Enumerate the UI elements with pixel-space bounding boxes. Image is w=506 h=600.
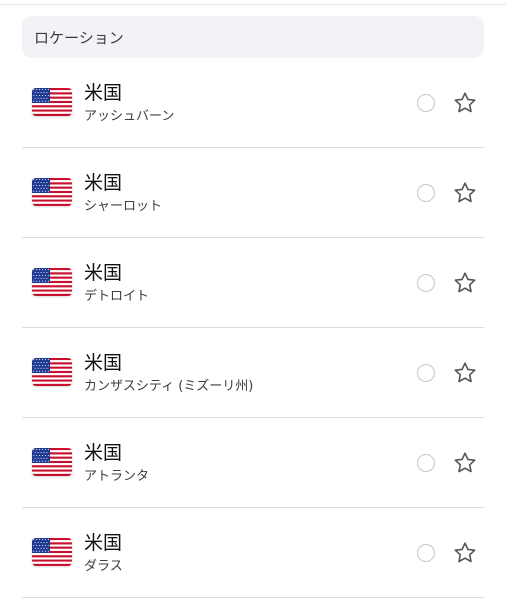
city-label: アトランタ xyxy=(84,469,150,484)
location-row[interactable]: 米国 アトランタ xyxy=(22,418,484,508)
city-label: カンザスシティ (ミズーリ州) xyxy=(84,379,254,394)
us-flag-icon xyxy=(32,538,72,566)
location-row[interactable]: 米国 アッシュバーン xyxy=(22,58,484,148)
favorite-star-icon[interactable] xyxy=(453,361,477,385)
select-radio[interactable] xyxy=(417,274,435,292)
select-radio[interactable] xyxy=(417,544,435,562)
us-flag-icon xyxy=(32,268,72,296)
favorite-star-icon[interactable] xyxy=(453,271,477,295)
city-label: ダラス xyxy=(84,559,123,574)
favorite-star-icon[interactable] xyxy=(453,91,477,115)
country-label: 米国 xyxy=(84,352,123,374)
section-title: ロケーション xyxy=(34,28,124,47)
top-edge xyxy=(0,0,506,5)
location-list: 米国 アッシュバーン 米国 シャーロット 米国 デトロイト 米国 カンザスシティ… xyxy=(22,58,484,598)
country-label: 米国 xyxy=(84,442,123,464)
favorite-star-icon[interactable] xyxy=(453,451,477,475)
us-flag-icon xyxy=(32,358,72,386)
location-row[interactable]: 米国 デトロイト xyxy=(22,238,484,328)
favorite-star-icon[interactable] xyxy=(453,541,477,565)
select-radio[interactable] xyxy=(417,184,435,202)
country-label: 米国 xyxy=(84,532,123,554)
favorite-star-icon[interactable] xyxy=(453,181,477,205)
us-flag-icon xyxy=(32,178,72,206)
country-label: 米国 xyxy=(84,262,123,284)
section-header: ロケーション xyxy=(22,16,484,58)
city-label: シャーロット xyxy=(84,199,163,214)
location-row[interactable]: 米国 シャーロット xyxy=(22,148,484,238)
country-label: 米国 xyxy=(84,172,123,194)
us-flag-icon xyxy=(32,448,72,476)
country-label: 米国 xyxy=(84,82,123,104)
location-row[interactable]: 米国 カンザスシティ (ミズーリ州) xyxy=(22,328,484,418)
select-radio[interactable] xyxy=(417,364,435,382)
location-row[interactable]: 米国 ダラス xyxy=(22,508,484,598)
select-radio[interactable] xyxy=(417,94,435,112)
us-flag-icon xyxy=(32,88,72,116)
city-label: デトロイト xyxy=(84,289,150,304)
select-radio[interactable] xyxy=(417,454,435,472)
city-label: アッシュバーン xyxy=(84,109,175,124)
